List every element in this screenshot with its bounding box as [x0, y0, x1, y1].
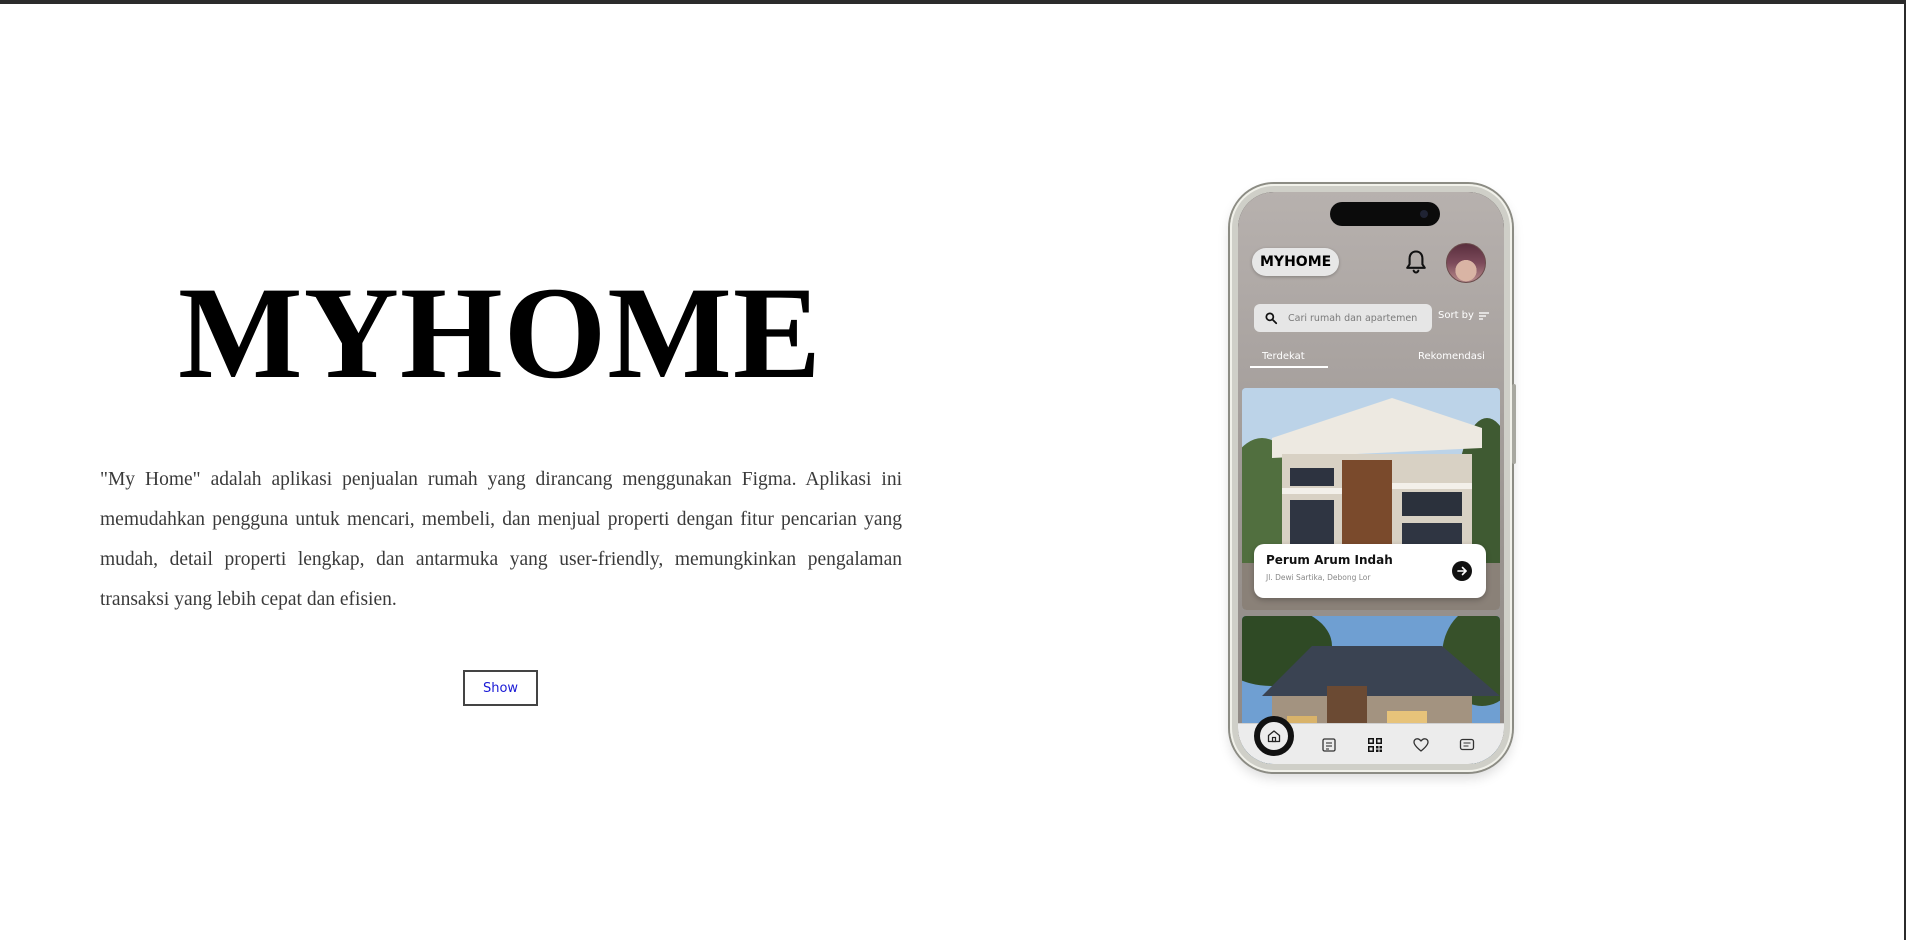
hero-title: MYHOME — [178, 259, 822, 406]
chat-icon[interactable] — [1458, 736, 1476, 754]
search-input[interactable] — [1288, 312, 1428, 324]
hero-description: "My Home" adalah aplikasi penjualan ruma… — [100, 469, 902, 610]
nav-home[interactable] — [1254, 716, 1294, 756]
listing-address: Jl. Dewi Sartika, Debong Lor — [1266, 573, 1371, 582]
avatar[interactable] — [1446, 243, 1486, 283]
sort-by-button[interactable]: Sort by — [1438, 310, 1490, 321]
heart-icon[interactable] — [1412, 736, 1430, 754]
tab-rekomendasi[interactable]: Rekomendasi — [1418, 351, 1485, 362]
arrow-right-icon — [1457, 566, 1467, 576]
bell-icon[interactable] — [1402, 248, 1430, 276]
phone-side-button — [1512, 384, 1516, 464]
camera-icon — [1420, 210, 1428, 218]
window-top-border — [0, 0, 1906, 4]
sort-icon — [1478, 311, 1489, 320]
search-icon — [1265, 312, 1278, 325]
dynamic-island — [1330, 202, 1440, 226]
home-icon — [1267, 730, 1281, 743]
listing-open-button[interactable] — [1452, 561, 1472, 581]
phone-mockup: MYHOME Sort by Terdekat Rekomendasi — [1230, 184, 1516, 772]
sort-by-label: Sort by — [1438, 310, 1474, 321]
news-icon[interactable] — [1320, 736, 1338, 754]
listing-title: Perum Arum Indah — [1266, 553, 1393, 567]
listing-card[interactable]: Perum Arum Indah Jl. Dewi Sartika, Debon… — [1242, 388, 1500, 610]
tab-terdekat[interactable]: Terdekat — [1262, 351, 1305, 362]
phone-screen: MYHOME Sort by Terdekat Rekomendasi — [1238, 192, 1504, 764]
show-button[interactable]: Show — [463, 670, 538, 706]
listing-info[interactable]: Perum Arum Indah Jl. Dewi Sartika, Debon… — [1254, 544, 1486, 598]
bottom-navigation — [1238, 716, 1504, 764]
qr-code-icon[interactable] — [1366, 736, 1384, 754]
search-bar[interactable] — [1254, 304, 1432, 332]
active-tab-indicator — [1250, 366, 1328, 368]
app-brand: MYHOME — [1252, 248, 1340, 276]
